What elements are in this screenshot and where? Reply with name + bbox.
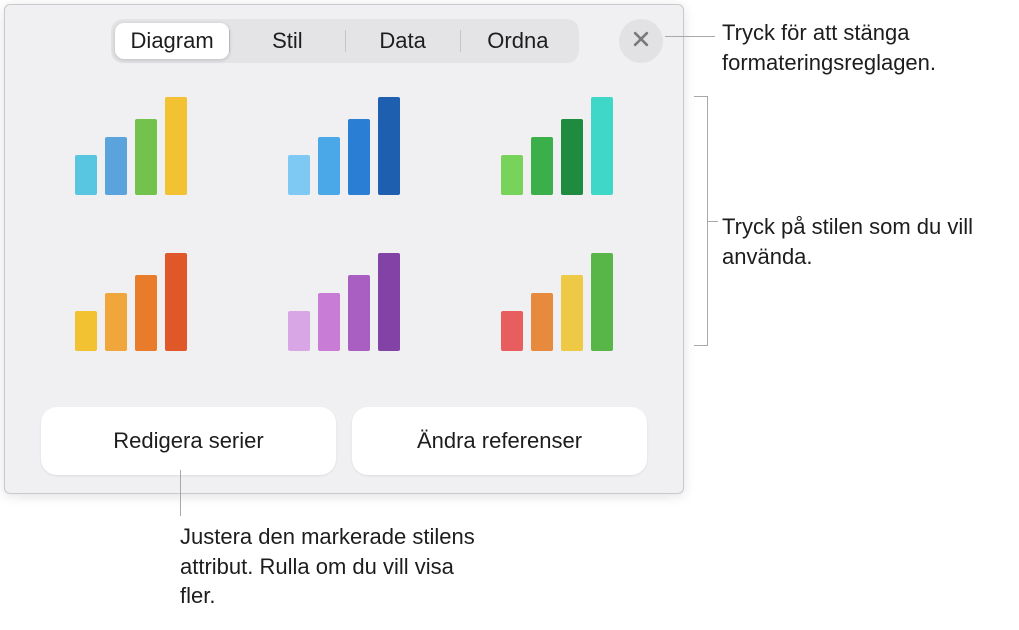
leader-line <box>180 470 181 516</box>
action-buttons-row: Redigera serier Ändra referenser <box>41 407 647 475</box>
leader-line <box>665 36 715 37</box>
chart-style-5[interactable] <box>272 251 415 351</box>
tab-stil[interactable]: Stil <box>230 23 344 59</box>
tab-label: Diagram <box>131 28 214 54</box>
bar-icon <box>378 253 400 351</box>
bar-icon <box>135 119 157 195</box>
bar-icon <box>591 253 613 351</box>
bar-icon <box>165 97 187 195</box>
chart-style-6[interactable] <box>486 251 629 351</box>
bar-icon <box>561 275 583 351</box>
bar-icon <box>378 97 400 195</box>
chart-style-4[interactable] <box>59 251 202 351</box>
bar-icon <box>348 275 370 351</box>
bar-icon <box>348 119 370 195</box>
bar-icon <box>105 293 127 351</box>
tab-label: Stil <box>272 28 303 54</box>
bar-icon <box>501 155 523 195</box>
bar-icon <box>591 97 613 195</box>
callout-edit: Justera den markerade stilens attribut. … <box>180 522 480 611</box>
close-icon <box>631 29 651 54</box>
bar-icon <box>75 155 97 195</box>
leader-bracket <box>694 96 708 346</box>
chart-style-2[interactable] <box>272 95 415 195</box>
tab-diagram[interactable]: Diagram <box>115 23 229 59</box>
bar-icon <box>318 293 340 351</box>
tab-ordna[interactable]: Ordna <box>461 23 575 59</box>
tab-label: Ordna <box>487 28 548 54</box>
callout-close: Tryck för att stänga formateringsreglage… <box>722 18 1012 77</box>
button-label: Redigera serier <box>113 428 263 454</box>
bar-icon <box>135 275 157 351</box>
change-references-button[interactable]: Ändra referenser <box>352 407 647 475</box>
chart-style-1[interactable] <box>59 95 202 195</box>
chart-style-3[interactable] <box>486 95 629 195</box>
bar-icon <box>288 155 310 195</box>
bar-icon <box>105 137 127 195</box>
close-button[interactable] <box>619 19 663 63</box>
tab-bar: Diagram Stil Data Ordna <box>111 19 579 63</box>
bar-icon <box>318 137 340 195</box>
bar-icon <box>165 253 187 351</box>
button-label: Ändra referenser <box>417 428 582 454</box>
bar-icon <box>531 137 553 195</box>
tab-label: Data <box>379 28 425 54</box>
bar-icon <box>288 311 310 351</box>
edit-series-button[interactable]: Redigera serier <box>41 407 336 475</box>
bar-icon <box>561 119 583 195</box>
bar-icon <box>501 311 523 351</box>
tab-data[interactable]: Data <box>346 23 460 59</box>
format-panel: Diagram Stil Data Ordna Redigera serier … <box>4 4 684 494</box>
callout-styles: Tryck på stilen som du vill använda. <box>722 212 1012 271</box>
bar-icon <box>531 293 553 351</box>
bar-icon <box>75 311 97 351</box>
chart-styles-grid <box>59 95 629 351</box>
